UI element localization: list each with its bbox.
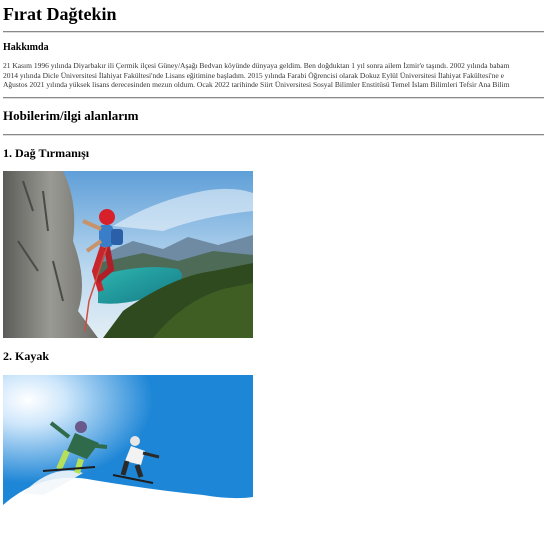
divider bbox=[3, 134, 544, 136]
divider bbox=[3, 31, 544, 33]
hobby-title-climbing: 1. Dağ Tırmanışı bbox=[3, 146, 90, 160]
rock-climbing-photo bbox=[3, 171, 253, 338]
about-line: Ağustos 2021 yılında yüksek lisans derec… bbox=[3, 80, 510, 89]
about-heading: Hakkımda bbox=[3, 42, 49, 53]
page-title: Fırat Dağtekin bbox=[3, 4, 117, 24]
hobbies-heading: Hobilerim/ilgi alanlarım bbox=[3, 108, 139, 123]
hobby-title-skiing: 2. Kayak bbox=[3, 349, 50, 363]
about-line: 21 Kasım 1996 yılında Diyarbakır ili Çer… bbox=[3, 61, 510, 70]
divider bbox=[3, 97, 544, 99]
skiing-photo bbox=[3, 375, 253, 541]
about-paragraph: 21 Kasım 1996 yılında Diyarbakır ili Çer… bbox=[3, 61, 544, 89]
about-line: 2014 yılında Dicle Üniversitesi İlahiyat… bbox=[3, 70, 504, 80]
